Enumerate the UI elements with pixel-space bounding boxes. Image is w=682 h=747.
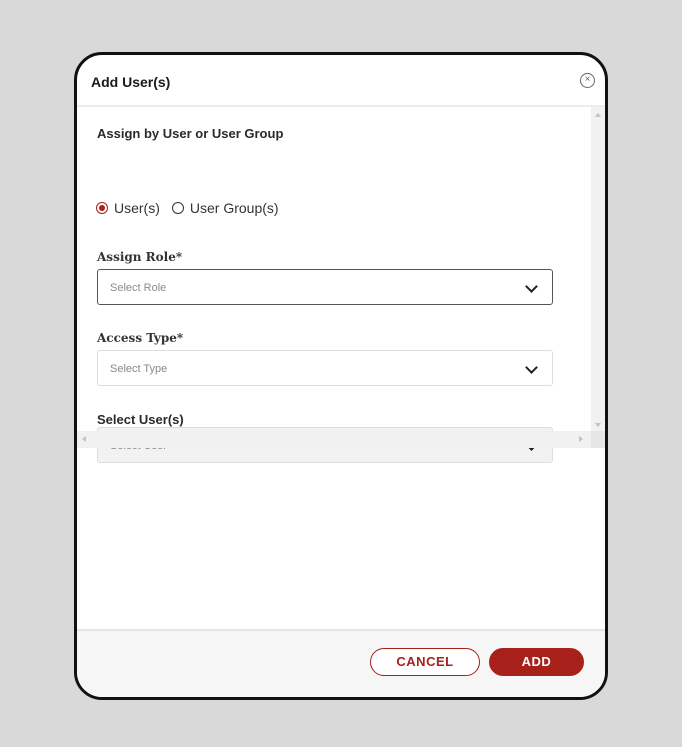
scroll-down-icon[interactable] <box>595 423 601 427</box>
radio-users[interactable] <box>96 202 108 214</box>
cancel-button[interactable]: CANCEL <box>370 648 480 676</box>
radio-user-groups-label[interactable]: User Group(s) <box>190 200 279 216</box>
chevron-down-icon <box>525 280 538 293</box>
scroll-left-icon[interactable] <box>82 436 86 442</box>
assign-by-label: Assign by User or User Group <box>97 126 284 141</box>
dialog-header: Add User(s) × <box>77 55 605 107</box>
scroll-up-icon[interactable] <box>595 113 601 117</box>
assign-role-placeholder: Select Role <box>110 282 167 294</box>
close-icon[interactable]: × <box>580 73 595 88</box>
chevron-down-icon <box>525 361 538 374</box>
dialog-content: Assign by User or User Group User(s) Use… <box>77 107 605 463</box>
dialog-footer: CANCEL ADD <box>77 629 605 697</box>
access-type-select[interactable]: Select Type <box>97 350 553 386</box>
assign-by-radio-group: User(s) User Group(s) <box>96 200 291 216</box>
dialog-title: Add User(s) <box>91 74 171 90</box>
add-users-dialog: Add User(s) × Assign by User or User Gro… <box>74 52 608 700</box>
scroll-right-icon[interactable] <box>579 436 583 442</box>
horizontal-scrollbar[interactable] <box>77 431 605 448</box>
assign-role-select[interactable]: Select Role <box>97 269 553 305</box>
select-users-label: Select User(s) <box>97 412 184 427</box>
access-type-placeholder: Select Type <box>110 363 168 375</box>
assign-role-label: Assign Role* <box>97 250 183 264</box>
radio-users-label[interactable]: User(s) <box>114 200 160 216</box>
access-type-label: Access Type* <box>97 331 184 345</box>
scrollbar-corner <box>591 431 605 448</box>
add-button[interactable]: ADD <box>489 648 584 676</box>
radio-user-groups[interactable] <box>171 202 184 214</box>
vertical-scrollbar[interactable] <box>591 107 605 431</box>
